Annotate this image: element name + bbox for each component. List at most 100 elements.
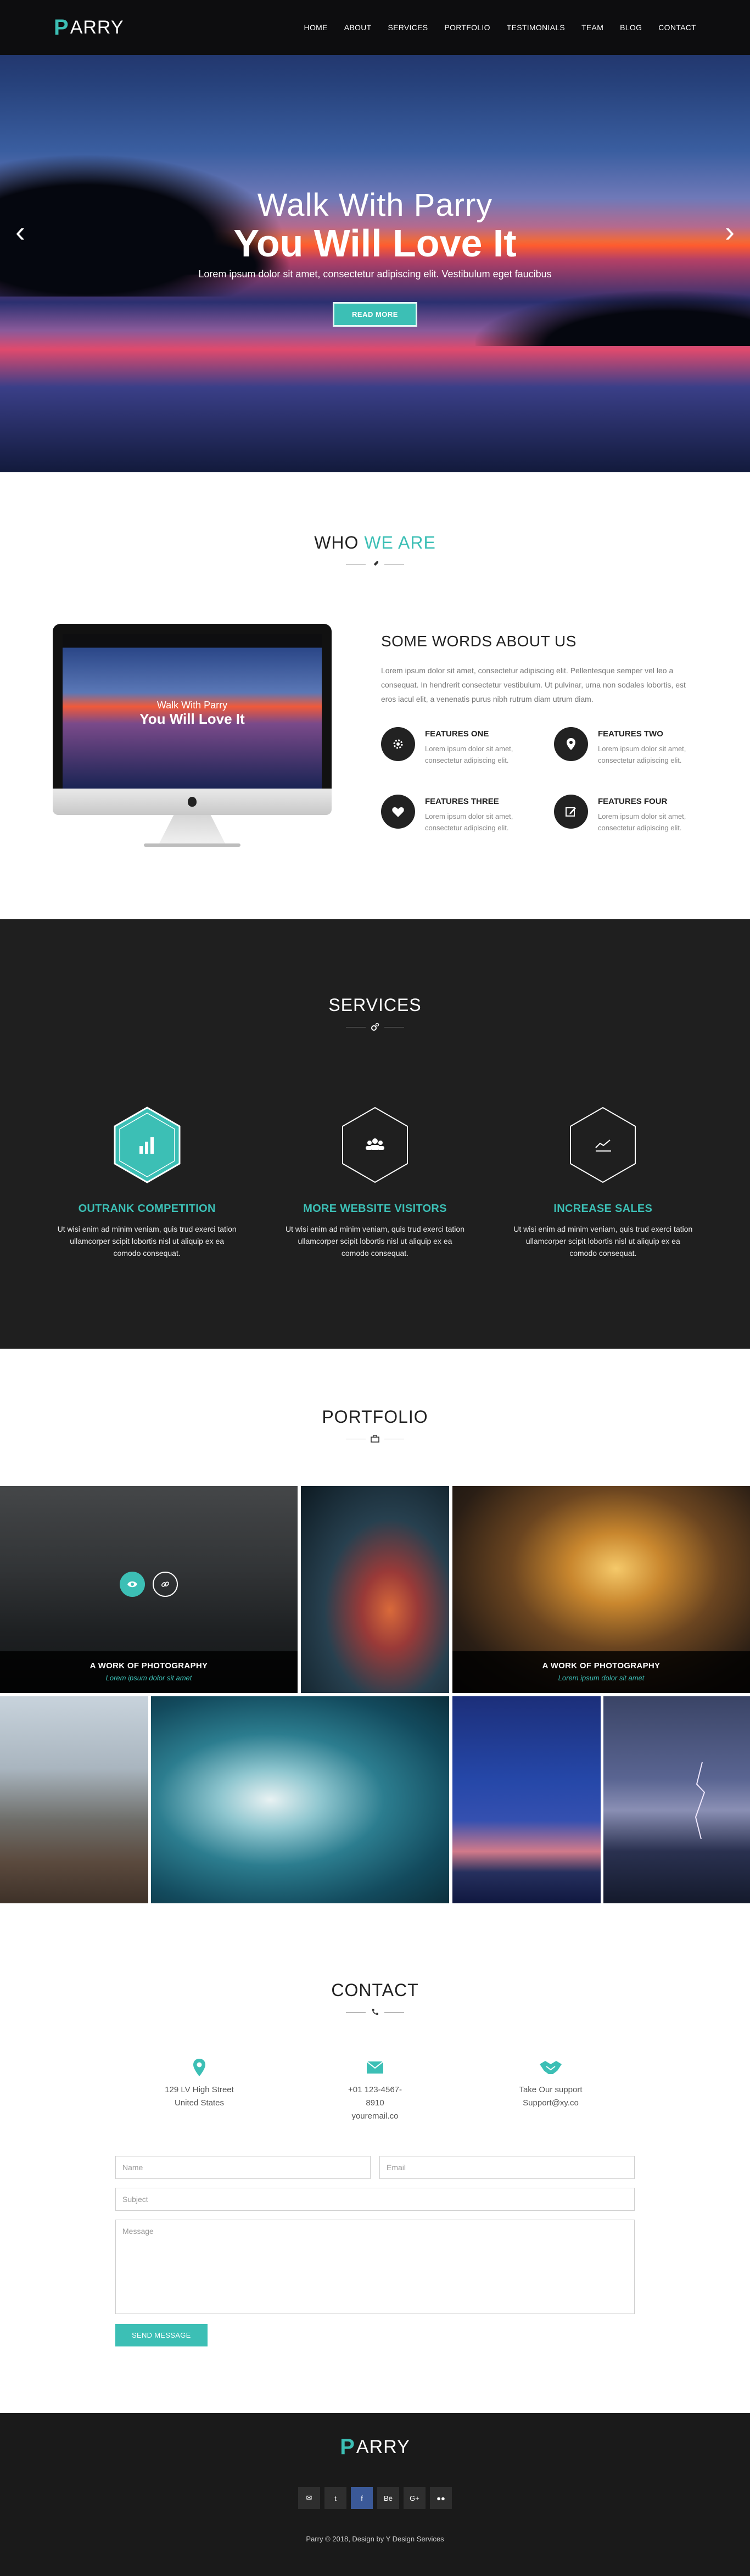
- portfolio-caption-title: A WORK OF PHOTOGRAPHY: [89, 1661, 208, 1670]
- nav-blog[interactable]: BLOG: [620, 23, 642, 32]
- top-navigation-bar: P ARRY HOME ABOUT SERVICES PORTFOLIO TES…: [0, 0, 750, 55]
- map-pin-icon: [554, 727, 588, 761]
- service-title: INCREASE SALES: [553, 1203, 653, 1215]
- about-paragraph: Lorem ipsum dolor sit amet, consectetur …: [381, 666, 686, 703]
- services-row: OUTRANK COMPETITION Ut wisi enim ad mini…: [0, 1106, 750, 1259]
- social-links: ✉ t f Bē G+ ●●: [0, 2487, 750, 2509]
- service-card: INCREASE SALES Ut wisi enim ad minim ven…: [512, 1106, 693, 1259]
- imac-preview-title-bold: You Will Love It: [139, 711, 245, 727]
- gear-icon: [381, 727, 415, 761]
- feature-text: Lorem ipsum dolor sit amet, consectetur …: [425, 745, 513, 764]
- edit-icon: [554, 795, 588, 829]
- portfolio-item-actions: [0, 1572, 298, 1597]
- who-title-part-b: WE ARE: [364, 533, 436, 552]
- portfolio-item-concert-hall[interactable]: A WORK OF PHOTOGRAPHY Lorem ipsum dolor …: [452, 1486, 750, 1693]
- read-more-button[interactable]: READ MORE: [333, 302, 417, 327]
- contact-address-line1: 129 LV High Street: [165, 2085, 234, 2094]
- name-input[interactable]: Name: [115, 2156, 371, 2179]
- footer-logo[interactable]: P ARRY: [340, 2435, 410, 2460]
- services-section: SERVICES OUTRANK COMPETITION Ut wisi eni…: [0, 919, 750, 1349]
- contact-info-support: Take Our support Support@xy.co: [515, 2056, 586, 2123]
- feature-title: FEATURES ONE: [425, 729, 489, 739]
- subject-input[interactable]: Subject: [115, 2188, 635, 2211]
- main-menu: HOME ABOUT SERVICES PORTFOLIO TESTIMONIA…: [304, 23, 696, 32]
- hero-title-light: Walk With Parry: [257, 187, 493, 223]
- footer-logo-text: ARRY: [356, 2437, 410, 2457]
- feature-text: Lorem ipsum dolor sit amet, consectetur …: [598, 812, 686, 832]
- handshake-icon: [515, 2056, 586, 2079]
- behance-icon[interactable]: Bē: [377, 2487, 399, 2509]
- envelope-icon[interactable]: ✉: [298, 2487, 320, 2509]
- site-footer: P ARRY ✉ t f Bē G+ ●● Parry © 2018, Desi…: [0, 2413, 750, 2576]
- who-title-part-a: WHO: [314, 533, 359, 552]
- bar-chart-icon: [113, 1106, 182, 1184]
- map-pin-icon: [164, 2056, 235, 2079]
- link-icon[interactable]: [153, 1572, 178, 1597]
- services-title-divider: [0, 1022, 750, 1032]
- who-title-divider: [0, 560, 750, 569]
- about-text-block: SOME WORDS ABOUT US Lorem ipsum dolor si…: [381, 633, 699, 834]
- hero-subtitle: Lorem ipsum dolor sit amet, consectetur …: [198, 269, 552, 280]
- contact-section: CONTACT 129 LV High Street United States…: [0, 1930, 750, 2413]
- portfolio-caption-subtitle: Lorem ipsum dolor sit amet: [105, 1674, 192, 1682]
- portfolio-item-city-lights[interactable]: [301, 1486, 449, 1693]
- portfolio-caption: A WORK OF PHOTOGRAPHY Lorem ipsum dolor …: [452, 1651, 750, 1693]
- imac-mockup: Walk With Parry You Will Love It: [53, 624, 332, 847]
- flickr-icon[interactable]: ●●: [430, 2487, 452, 2509]
- twitter-icon[interactable]: t: [324, 2487, 346, 2509]
- email-input[interactable]: Email: [379, 2156, 635, 2179]
- contact-support-email: Support@xy.co: [523, 2098, 579, 2108]
- send-message-button[interactable]: SEND MESSAGE: [115, 2324, 208, 2346]
- feature-item: FEATURES TWO Lorem ipsum dolor sit amet,…: [554, 727, 699, 766]
- nav-home[interactable]: HOME: [304, 23, 328, 32]
- hero-slider: ‹ › Walk With Parry You Will Love It Lor…: [0, 0, 750, 472]
- contact-support-text: Take Our support: [519, 2085, 583, 2094]
- portfolio-item-misty-forest[interactable]: A WORK OF PHOTOGRAPHY Lorem ipsum dolor …: [0, 1486, 298, 1693]
- portfolio-caption-title: A WORK OF PHOTOGRAPHY: [542, 1661, 661, 1670]
- feature-item: FEATURES ONE Lorem ipsum dolor sit amet,…: [381, 727, 527, 766]
- nav-team[interactable]: TEAM: [581, 23, 603, 32]
- nav-portfolio[interactable]: PORTFOLIO: [444, 23, 490, 32]
- feature-title: FEATURES THREE: [425, 797, 499, 806]
- logo-text: ARRY: [70, 16, 124, 38]
- portfolio-item-ocean-waves[interactable]: [151, 1696, 449, 1903]
- nav-about[interactable]: ABOUT: [344, 23, 372, 32]
- service-title: MORE WEBSITE VISITORS: [303, 1203, 447, 1215]
- google-plus-icon[interactable]: G+: [404, 2487, 426, 2509]
- copyright-text: Parry © 2018, Design by Y Design Service…: [306, 2535, 444, 2543]
- portfolio-item-lightning-storm[interactable]: [603, 1696, 750, 1903]
- view-eye-icon[interactable]: [120, 1572, 145, 1597]
- who-we-are-section: WHO WE ARE Walk With Parry You Will Love…: [0, 472, 750, 919]
- heart-icon: [381, 795, 415, 829]
- portfolio-item-bridge-skyline[interactable]: [0, 1696, 148, 1903]
- portfolio-caption-subtitle: Lorem ipsum dolor sit amet: [558, 1674, 645, 1682]
- service-card: OUTRANK COMPETITION Ut wisi enim ad mini…: [57, 1106, 238, 1259]
- imac-screen-preview: Walk With Parry You Will Love It: [63, 634, 322, 789]
- contact-title-divider: [0, 2007, 750, 2017]
- hero-caption: Walk With Parry You Will Love It Lorem i…: [0, 187, 750, 327]
- feature-item: FEATURES THREE Lorem ipsum dolor sit ame…: [381, 795, 527, 834]
- nav-services[interactable]: SERVICES: [388, 23, 428, 32]
- contact-address-line2: United States: [174, 2098, 225, 2108]
- imac-stand: [159, 815, 225, 843]
- portfolio-title: PORTFOLIO: [322, 1407, 428, 1427]
- nav-testimonials[interactable]: TESTIMONIALS: [507, 23, 565, 32]
- nav-contact[interactable]: CONTACT: [658, 23, 696, 32]
- imac-foot: [144, 843, 240, 847]
- logo-mark: P: [54, 15, 69, 40]
- service-card: MORE WEBSITE VISITORS Ut wisi enim ad mi…: [284, 1106, 466, 1259]
- portfolio-section: PORTFOLIO A WORK OF PHOTOGRAPHY Lorem ip…: [0, 1349, 750, 1930]
- contact-phone: +01 123-4567-8910: [348, 2085, 402, 2108]
- portfolio-item-castle-dusk[interactable]: [452, 1696, 601, 1903]
- imac-screen: Walk With Parry You Will Love It: [53, 624, 332, 789]
- lightning-bolt: [695, 1762, 706, 1839]
- site-logo[interactable]: P ARRY: [54, 15, 124, 40]
- apple-logo-icon: [188, 797, 197, 807]
- hero-title-bold: You Will Love It: [233, 222, 517, 265]
- service-text: Ut wisi enim ad minim veniam, quis trud …: [57, 1225, 237, 1258]
- facebook-icon[interactable]: f: [351, 2487, 373, 2509]
- cogs-icon: [370, 1022, 380, 1032]
- contact-form: Name Email Subject Message SEND MESSAGE: [115, 2156, 635, 2346]
- message-textarea[interactable]: Message: [115, 2220, 635, 2314]
- contact-info-address: 129 LV High Street United States: [164, 2056, 235, 2123]
